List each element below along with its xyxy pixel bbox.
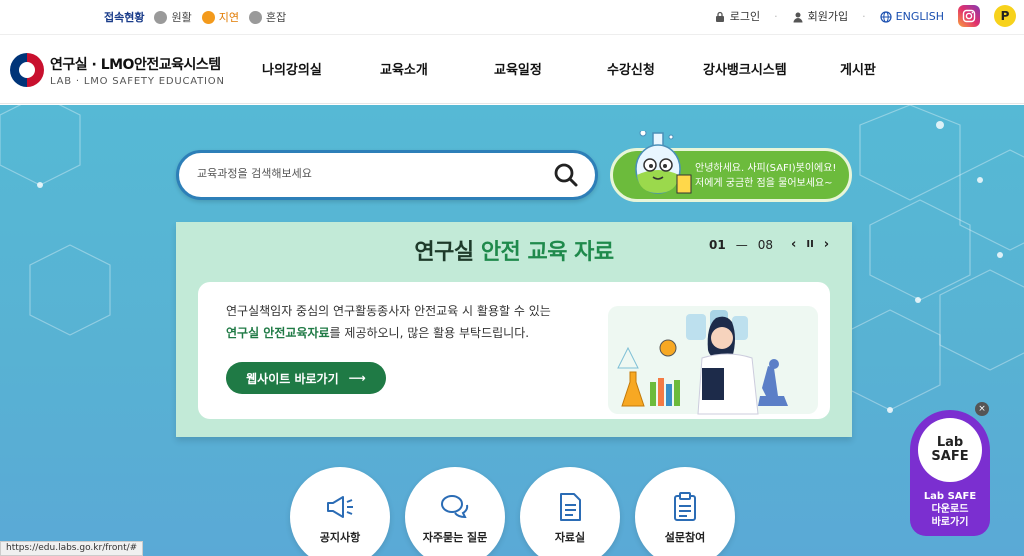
logo-subtitle: LAB · LMO SAFETY EDUCATION — [50, 75, 225, 87]
banner-highlight: 연구실 안전교육자료 — [226, 326, 330, 340]
user-icon — [793, 12, 803, 23]
status-delay-label: 지연 — [218, 11, 239, 24]
quick-link-notice[interactable]: 공지사항 — [290, 467, 390, 556]
quick-link-notice-label: 공지사항 — [319, 531, 361, 544]
arrow-right-icon: ⟶ — [348, 371, 366, 385]
signup-label: 회원가입 — [807, 10, 849, 23]
safi-greeting-line1: 안녕하세요. 사피(SAFI)봇이에요! — [695, 163, 837, 174]
logo-title: 연구실 · LMO안전교육시스템 — [50, 56, 221, 73]
nav-item-instructor-bank[interactable]: 강사뱅크시스템 — [703, 59, 787, 78]
labsafe-logo-line1: Lab — [936, 435, 964, 450]
website-shortcut-button[interactable]: 웹사이트 바로가기 ⟶ — [226, 362, 386, 394]
logo-text: 연구실 · LMO안전교육시스템 LAB · LMO SAFETY EDUCAT… — [50, 54, 225, 87]
lock-icon — [715, 11, 724, 22]
scientist-illustration — [608, 306, 818, 415]
quick-link-survey[interactable]: 설문참여 — [635, 467, 735, 556]
main-nav: 나의강의실 교육소개 교육일정 수강신청 강사뱅크시스템 게시판 — [240, 59, 940, 83]
course-search-box — [176, 150, 598, 200]
pager-prev-button[interactable]: ‹ — [791, 237, 796, 252]
status-smooth: 원활 — [154, 9, 192, 25]
connection-status-title: 접속현황 — [104, 11, 145, 24]
pager-current: 01 — [709, 237, 726, 252]
banner-description-line2-rest: 를 제공하오니, 많은 활용 부탁드립니다. — [329, 326, 530, 340]
english-label: ENGLISH — [895, 9, 944, 23]
instagram-icon — [962, 9, 976, 23]
taegeuk-logo-icon — [10, 53, 44, 87]
status-delay: 지연 — [201, 9, 239, 25]
banner-description: 연구실책임자 중심의 연구활동종사자 안전교육 시 활용할 수 있는 연구실 안… — [226, 300, 551, 344]
banner-description-line2: 연구실 안전교육자료를 제공하오니, 많은 활용 부탁드립니다. — [226, 322, 551, 344]
main-header: 연구실 · LMO안전교육시스템 LAB · LMO SAFETY EDUCAT… — [0, 34, 1024, 104]
labsafe-download-widget[interactable]: Lab SAFE Lab SAFE 다운로드 바로가기 — [910, 410, 990, 536]
banner-title-part2: 안전 교육 자료 — [480, 240, 614, 265]
quick-link-faq-label: 자주묻는 질문 — [422, 531, 488, 544]
website-shortcut-label: 웹사이트 바로가기 — [246, 371, 339, 386]
signup-link[interactable]: 회원가입 — [792, 8, 848, 24]
quick-link-archive-label: 자료실 — [554, 531, 586, 544]
nav-item-board[interactable]: 게시판 — [840, 59, 876, 78]
quick-link-survey-label: 설문참여 — [664, 531, 706, 544]
quick-link-faq[interactable]: 자주묻는 질문 — [405, 467, 505, 556]
pager-total: 08 — [757, 237, 773, 252]
chat-bubbles-icon — [441, 495, 469, 519]
megaphone-icon — [327, 496, 353, 518]
status-congested: 혼잡 — [248, 9, 287, 25]
separator-dot: · — [862, 9, 866, 23]
close-icon[interactable]: × — [975, 402, 989, 416]
login-link[interactable]: 로그인 — [714, 8, 760, 24]
globe-icon — [880, 10, 892, 23]
instagram-button[interactable] — [958, 5, 980, 27]
top-links: 로그인 · 회원가입 · ENGLISH P — [714, 5, 1016, 27]
safi-greeting: 안녕하세요. 사피(SAFI)봇이에요! 저에게 궁금한 점을 물어보세요~ — [695, 161, 836, 191]
labsafe-text-line2: 다운로드 — [931, 504, 969, 515]
nav-item-course-registration[interactable]: 수강신청 — [607, 59, 655, 78]
safi-flask-mascot-icon — [635, 131, 692, 194]
labsafe-text: Lab SAFE 다운로드 바로가기 — [910, 490, 990, 529]
status-congested-label: 혼잡 — [265, 11, 287, 24]
labsafe-text-line1: Lab SAFE — [923, 491, 977, 502]
pager-next-button[interactable]: › — [824, 237, 829, 252]
status-congested-icon — [248, 10, 262, 24]
site-logo[interactable]: 연구실 · LMO안전교육시스템 LAB · LMO SAFETY EDUCAT… — [10, 53, 225, 87]
separator-dot: · — [774, 9, 778, 23]
connection-status: 접속현황 원활 지연 혼잡 — [104, 9, 286, 25]
english-link[interactable]: ENGLISH — [880, 10, 944, 23]
nav-item-my-classroom[interactable]: 나의강의실 — [262, 59, 322, 78]
hero-section: 안녕하세요. 사피(SAFI)봇이에요! 저에게 궁금한 점을 물어보세요~ 연… — [0, 105, 1024, 556]
labsafe-logo-line2: SAFE — [931, 449, 969, 464]
banner-title-part1: 연구실 — [414, 240, 481, 265]
labsafe-logo: Lab SAFE — [918, 418, 982, 482]
top-utility-bar: 접속현황 원활 지연 혼잡 로그인 · 회원가입 · ENGLISH P — [0, 0, 1024, 34]
banner-card: 연구실책임자 중심의 연구활동종사자 안전교육 시 활용할 수 있는 연구실 안… — [198, 282, 830, 419]
search-icon[interactable] — [553, 162, 579, 188]
p-button-label: P — [1000, 9, 1010, 23]
status-smooth-icon — [154, 10, 168, 24]
browser-status-url: https://edu.labs.go.kr/front/# — [0, 541, 144, 556]
safi-greeting-line2: 저에게 궁금한 점을 물어보세요~ — [695, 178, 833, 189]
login-label: 로그인 — [729, 10, 761, 23]
nav-item-education-intro[interactable]: 교육소개 — [380, 59, 428, 78]
search-input[interactable] — [197, 167, 527, 180]
status-smooth-label: 원활 — [171, 11, 192, 24]
quick-link-archive[interactable]: 자료실 — [520, 467, 620, 556]
banner-pager: 01 — 08 ‹ II › — [709, 237, 829, 252]
clipboard-icon — [674, 492, 696, 521]
p-button[interactable]: P — [994, 5, 1016, 27]
labsafe-text-line3: 바로가기 — [931, 517, 969, 528]
nav-item-education-schedule[interactable]: 교육일정 — [494, 59, 542, 78]
pager-pause-button[interactable]: II — [806, 239, 813, 250]
document-icon — [560, 493, 581, 521]
safi-chatbot-button[interactable]: 안녕하세요. 사피(SAFI)봇이에요! 저에게 궁금한 점을 물어보세요~ — [610, 131, 852, 202]
status-delay-icon — [201, 10, 215, 24]
education-material-banner: 연구실 안전 교육 자료 01 — 08 ‹ II › 연구실책임자 중심의 연… — [176, 222, 852, 437]
pager-separator: — — [735, 237, 748, 252]
banner-description-line1: 연구실책임자 중심의 연구활동종사자 안전교육 시 활용할 수 있는 — [226, 304, 551, 318]
